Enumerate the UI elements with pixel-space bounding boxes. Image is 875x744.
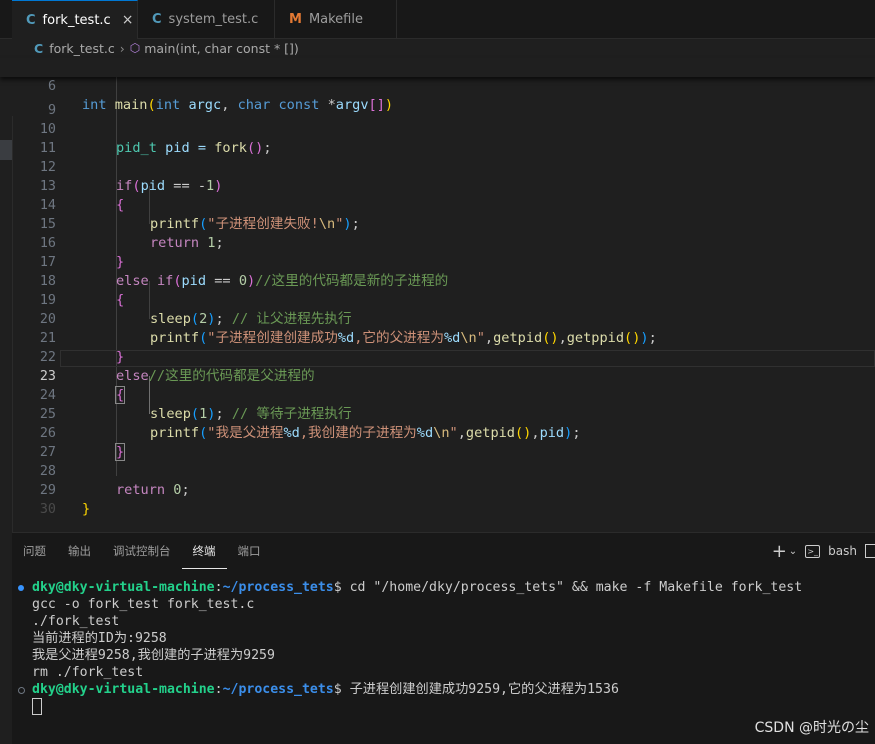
code-line: 20 printf("子进程创建创建成功%d,它的父进程为%d\n",getpi… [0, 291, 875, 346]
tab-ports[interactable]: 端口 [227, 533, 272, 569]
command-success-dot-icon [18, 585, 24, 591]
c-file-icon: C [26, 12, 36, 28]
terminal-line: dky@dky-virtual-machine:~/process_tets$ … [12, 579, 875, 596]
terminal-line: ./fork_test [32, 614, 120, 629]
code-editor[interactable]: 6 int main(int argc, char const *argv[])… [0, 58, 875, 590]
c-file-icon: C [152, 11, 162, 27]
close-icon[interactable]: × [122, 12, 134, 28]
makefile-icon: M [289, 11, 302, 27]
code-line: 22 else//这里的代码都是父进程的 [0, 329, 875, 384]
terminal-line: 我是父进程9258,我创建的子进程为9259 [32, 648, 275, 663]
code-line: 24 sleep(1); // 等待子进程执行 [0, 367, 875, 422]
code-line: 21 } [0, 310, 875, 365]
breadcrumb-file[interactable]: fork_test.c [49, 41, 115, 56]
line-number: 30 [39, 502, 56, 517]
code-line: 14 printf("子进程创建失败!\n"); [0, 177, 875, 232]
terminal-line: rm ./fork_test [32, 665, 144, 680]
code-line: 17 else if(pid == 0)//这里的代码都是新的子进程的 [0, 234, 875, 289]
code-line: 26 } [0, 405, 875, 461]
terminal-cursor [32, 698, 42, 715]
terminal-icon: >_ [805, 544, 821, 558]
code-line: 29 } [0, 462, 875, 517]
new-terminal-icon[interactable]: + [772, 541, 787, 562]
chevron-down-icon[interactable]: ⌄ [789, 546, 797, 557]
sticky-scroll-line[interactable]: 6 int main(int argc, char const *argv[]) [0, 58, 875, 113]
panel-actions: + ⌄ >_ bash [772, 533, 875, 569]
tab-debug-console[interactable]: 调试控制台 [102, 533, 182, 569]
line-number: 6 [47, 79, 56, 94]
tab-label: Makefile [308, 11, 363, 27]
code-line: 27 [0, 424, 875, 460]
tab-system-test[interactable]: C system_test.c [138, 0, 275, 38]
shell-name[interactable]: bash [828, 544, 857, 558]
command-pending-dot-icon [18, 687, 25, 694]
code-line: 13 { [0, 158, 875, 213]
tab-label: system_test.c [168, 11, 259, 27]
split-terminal-icon[interactable] [865, 544, 875, 558]
code-line: 19 sleep(2); // 让父进程先执行 [0, 272, 875, 327]
chevron-right-icon: › [119, 40, 125, 56]
breadcrumb-symbol[interactable]: main(int, char const * []) [144, 41, 299, 56]
method-icon: ⬡ [129, 41, 141, 55]
code-line: 11 [0, 120, 875, 156]
tab-label: fork_test.c [42, 12, 111, 28]
watermark: CSDN @时光の尘 [754, 720, 869, 736]
tab-terminal[interactable]: 终端 [181, 533, 227, 569]
bottom-panel: 问题 输出 调试控制台 终端 端口 + ⌄ >_ bash dky@dky-vi… [12, 532, 875, 744]
code-line: 18 { [0, 253, 875, 308]
code-line: 30 [0, 481, 875, 517]
tab-fork-test[interactable]: C fork_test.c × [12, 0, 138, 39]
c-file-icon: C [34, 40, 44, 56]
terminal-line [12, 698, 875, 715]
breadcrumb: C fork_test.c › ⬡ main(int, char const *… [0, 38, 875, 58]
tab-problems[interactable]: 问题 [12, 533, 57, 569]
code-line: 12 if(pid == -1) [0, 139, 875, 194]
terminal-output[interactable]: dky@dky-virtual-machine:~/process_tets$ … [12, 579, 875, 715]
code-line: 28 return 0; [0, 443, 875, 498]
tab-makefile[interactable]: M Makefile [275, 0, 397, 38]
panel-tab-bar: 问题 输出 调试控制台 终端 端口 [12, 533, 272, 569]
code-line: 16 } [0, 215, 875, 270]
terminal-line: gcc -o fork_test fork_test.c [32, 597, 255, 612]
code-line-current: 23 { [0, 348, 875, 404]
terminal-line: 当前进程的ID为:9258 [32, 631, 167, 646]
code-line: 25 printf("我是父进程%d,我创建的子进程为%d\n",getpid(… [0, 386, 875, 441]
tab-output[interactable]: 输出 [57, 533, 102, 569]
editor-tab-bar: C fork_test.c × C system_test.c M Makefi… [0, 0, 875, 39]
terminal-line: dky@dky-virtual-machine:~/process_tets$ … [12, 681, 875, 698]
code-line: 15 return 1; [0, 196, 875, 251]
